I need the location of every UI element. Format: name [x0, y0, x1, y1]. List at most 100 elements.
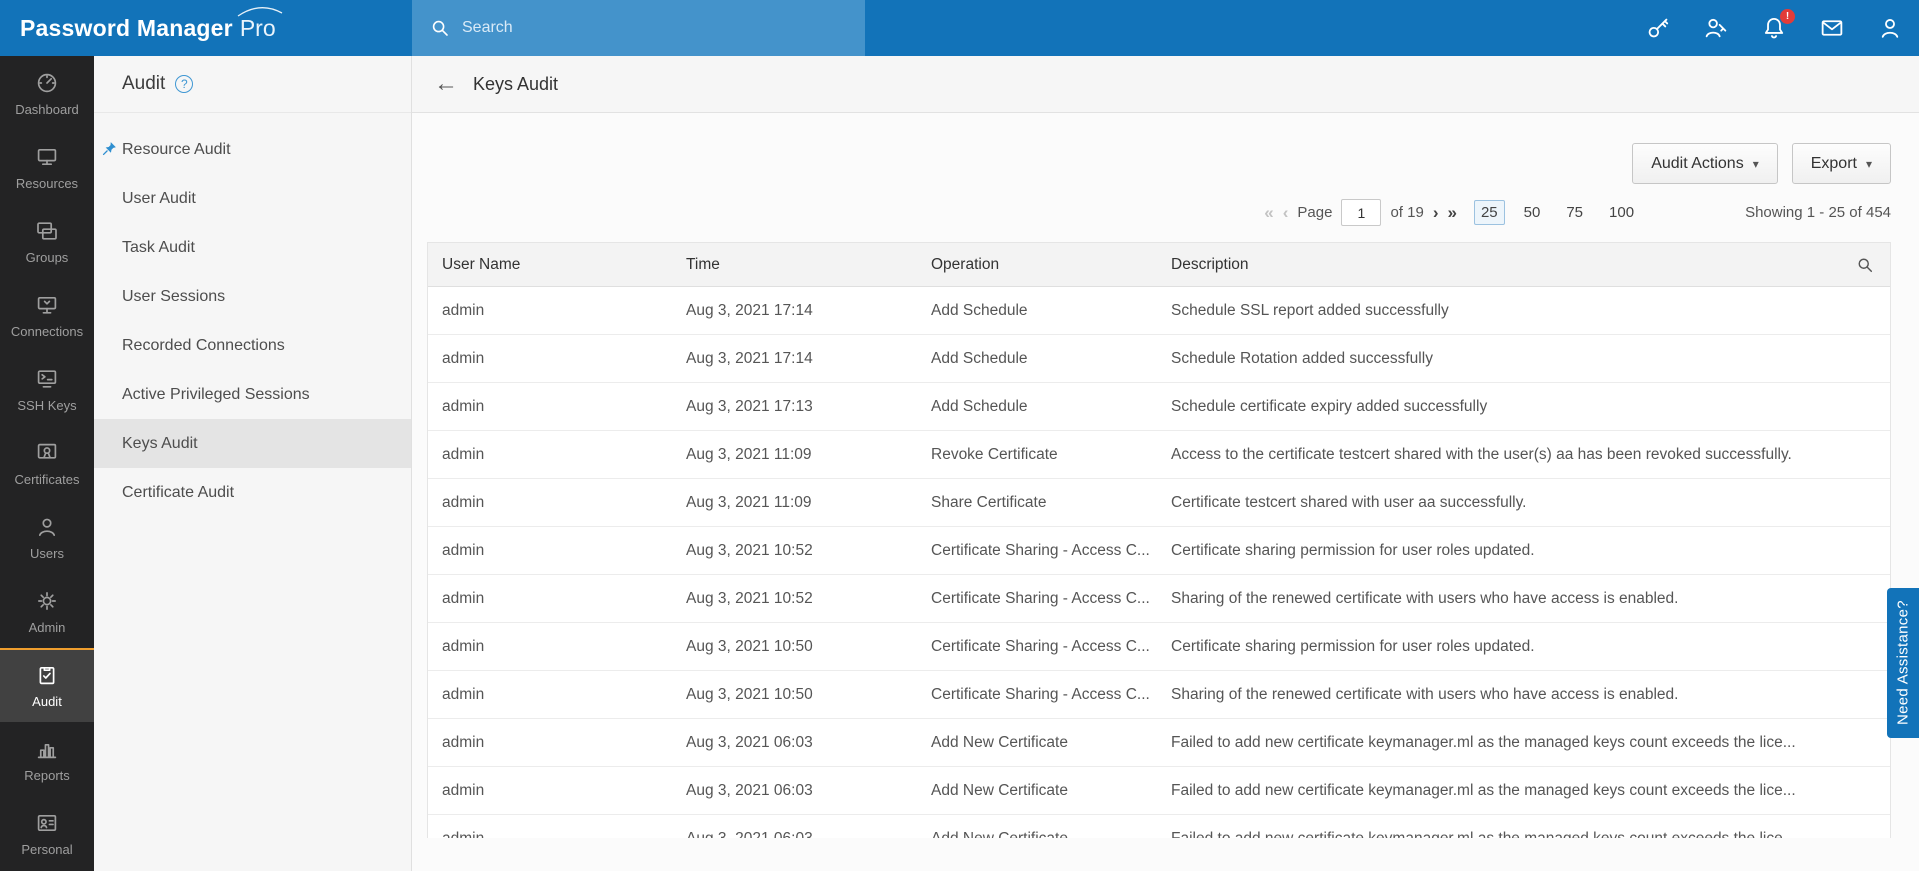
- page-input[interactable]: [1341, 199, 1381, 226]
- cell-description: Schedule certificate expiry added succes…: [1157, 398, 1890, 416]
- audit-icon: [35, 663, 59, 687]
- next-page-icon[interactable]: ›: [1433, 204, 1439, 221]
- audit-table: User Name Time Operation Description adm…: [427, 242, 1891, 838]
- cell-operation: Add Schedule: [917, 398, 1157, 416]
- table-row[interactable]: admin Aug 3, 2021 10:50 Certificate Shar…: [428, 623, 1890, 671]
- table-row[interactable]: admin Aug 3, 2021 17:13 Add Schedule Sch…: [428, 383, 1890, 431]
- sidebar-item[interactable]: Keys Audit: [94, 419, 411, 468]
- table-header: User Name Time Operation Description: [428, 243, 1890, 287]
- users-icon: [35, 515, 59, 539]
- help-icon[interactable]: ?: [175, 75, 193, 93]
- left-nav-item[interactable]: Connections: [0, 278, 94, 352]
- column-header-operation[interactable]: Operation: [917, 256, 1157, 274]
- pin-icon: [101, 140, 118, 157]
- first-page-icon[interactable]: «: [1264, 204, 1273, 221]
- left-nav-item[interactable]: Dashboard: [0, 56, 94, 130]
- column-header-time[interactable]: Time: [672, 256, 917, 274]
- personal-icon: [35, 811, 59, 835]
- left-nav-item[interactable]: Reports: [0, 722, 94, 796]
- table-row[interactable]: admin Aug 3, 2021 06:03 Add New Certific…: [428, 719, 1890, 767]
- cell-time: Aug 3, 2021 10:52: [672, 590, 917, 608]
- cell-description: Certificate testcert shared with user aa…: [1157, 494, 1890, 512]
- cell-time: Aug 3, 2021 10:52: [672, 542, 917, 560]
- sidebar-item[interactable]: User Audit: [94, 174, 411, 223]
- audit-actions-button[interactable]: Audit Actions ▾: [1632, 143, 1778, 184]
- page-size-option[interactable]: 100: [1602, 200, 1641, 225]
- cell-user-name: admin: [428, 638, 672, 656]
- topbar: Password Manager Pro: [0, 0, 1919, 56]
- cell-time: Aug 3, 2021 10:50: [672, 686, 917, 704]
- sidebar-item[interactable]: Task Audit: [94, 223, 411, 272]
- search-input[interactable]: [462, 19, 847, 37]
- left-nav-item[interactable]: Certificates: [0, 426, 94, 500]
- cell-description: Failed to add new certificate keymanager…: [1157, 782, 1890, 800]
- column-header-user-name[interactable]: User Name: [428, 256, 672, 274]
- sidebar-item[interactable]: User Sessions: [94, 272, 411, 321]
- page-size-option[interactable]: 50: [1517, 200, 1548, 225]
- cell-description: Failed to add new certificate keymanager…: [1157, 830, 1890, 839]
- resources-icon: [35, 145, 59, 169]
- audit-sidebar-header: Audit ?: [94, 56, 411, 113]
- cell-description: Certificate sharing permission for user …: [1157, 638, 1890, 656]
- page-size-option[interactable]: 25: [1474, 200, 1505, 225]
- sidebar-item[interactable]: Recorded Connections: [94, 321, 411, 370]
- reports-icon: [35, 737, 59, 761]
- left-nav-item[interactable]: Users: [0, 500, 94, 574]
- dashboard-icon: [35, 71, 59, 95]
- table-row[interactable]: admin Aug 3, 2021 10:50 Certificate Shar…: [428, 671, 1890, 719]
- showing-count: Showing 1 - 25 of 454: [1745, 204, 1891, 221]
- table-row[interactable]: admin Aug 3, 2021 17:14 Add Schedule Sch…: [428, 335, 1890, 383]
- chevron-down-icon: ▾: [1866, 157, 1872, 171]
- sidebar-title: Audit: [122, 73, 165, 95]
- cell-description: Certificate sharing permission for user …: [1157, 542, 1890, 560]
- left-nav-item[interactable]: Personal: [0, 796, 94, 870]
- table-row[interactable]: admin Aug 3, 2021 17:14 Add Schedule Sch…: [428, 287, 1890, 335]
- page-size-option[interactable]: 75: [1559, 200, 1590, 225]
- back-arrow-icon[interactable]: ←: [434, 72, 458, 96]
- audit-sidebar-items: Resource Audit User Audit Task Audit: [94, 125, 411, 517]
- cell-user-name: admin: [428, 782, 672, 800]
- cell-user-name: admin: [428, 446, 672, 464]
- sidebar-item[interactable]: Resource Audit: [94, 125, 411, 174]
- sidebar-item[interactable]: Active Privileged Sessions: [94, 370, 411, 419]
- cell-time: Aug 3, 2021 17:13: [672, 398, 917, 416]
- sidebar-item[interactable]: Certificate Audit: [94, 468, 411, 517]
- left-nav-item[interactable]: Groups: [0, 204, 94, 278]
- cell-operation: Certificate Sharing - Access C...: [917, 638, 1157, 656]
- table-row[interactable]: admin Aug 3, 2021 11:09 Share Certificat…: [428, 479, 1890, 527]
- column-header-description[interactable]: Description: [1157, 256, 1840, 274]
- cell-user-name: admin: [428, 830, 672, 839]
- cell-operation: Add New Certificate: [917, 782, 1157, 800]
- cell-user-name: admin: [428, 590, 672, 608]
- last-page-icon[interactable]: »: [1448, 204, 1457, 221]
- left-nav-item[interactable]: SSH Keys: [0, 352, 94, 426]
- cell-description: Sharing of the renewed certificate with …: [1157, 590, 1890, 608]
- left-nav-item[interactable]: Admin: [0, 574, 94, 648]
- page-title: Keys Audit: [473, 74, 558, 95]
- pagination: « ‹ Page of 19 › » 25 50 75 100 Showing …: [412, 184, 1919, 236]
- left-nav-item[interactable]: Audit: [0, 648, 94, 722]
- ssh-keys-icon: [35, 367, 59, 391]
- table-row[interactable]: admin Aug 3, 2021 10:52 Certificate Shar…: [428, 575, 1890, 623]
- cell-time: Aug 3, 2021 10:50: [672, 638, 917, 656]
- export-button[interactable]: Export ▾: [1792, 143, 1891, 184]
- table-row[interactable]: admin Aug 3, 2021 06:03 Add New Certific…: [428, 767, 1890, 815]
- prev-page-icon[interactable]: ‹: [1283, 204, 1289, 221]
- cell-time: Aug 3, 2021 06:03: [672, 734, 917, 752]
- cell-operation: Add New Certificate: [917, 830, 1157, 839]
- global-search[interactable]: [412, 0, 865, 56]
- table-search-icon[interactable]: [1840, 256, 1890, 274]
- table-row[interactable]: admin Aug 3, 2021 10:52 Certificate Shar…: [428, 527, 1890, 575]
- brand-pro: Pro: [240, 15, 276, 42]
- admin-icon: [35, 589, 59, 613]
- table-row[interactable]: admin Aug 3, 2021 11:09 Revoke Certifica…: [428, 431, 1890, 479]
- cell-operation: Certificate Sharing - Access C...: [917, 686, 1157, 704]
- cell-description: Failed to add new certificate keymanager…: [1157, 734, 1890, 752]
- cell-time: Aug 3, 2021 17:14: [672, 302, 917, 320]
- need-assistance-tab[interactable]: Need Assistance?: [1887, 588, 1919, 738]
- table-row[interactable]: admin Aug 3, 2021 06:03 Add New Certific…: [428, 815, 1890, 838]
- cell-user-name: admin: [428, 302, 672, 320]
- left-nav-item[interactable]: Resources: [0, 130, 94, 204]
- app-logo[interactable]: Password Manager Pro: [0, 15, 412, 42]
- left-nav: Dashboard Resources Groups Connections S…: [0, 56, 94, 871]
